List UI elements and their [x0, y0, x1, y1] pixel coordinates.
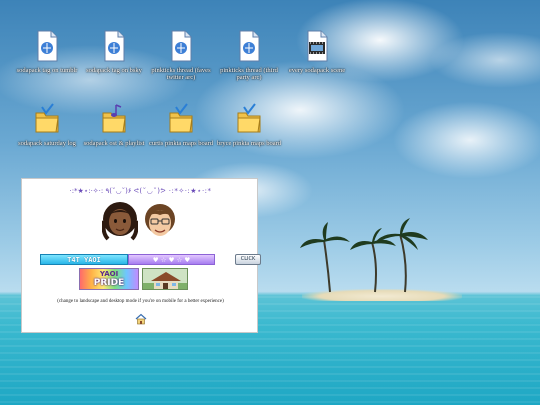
document-icon — [239, 30, 260, 62]
palm-trees — [300, 218, 428, 293]
desktop-icon-bryce-maps-board[interactable]: bryce pinkta maps board — [216, 103, 282, 147]
avatar-right — [145, 204, 175, 236]
desktop-icon-pinkticks-third-party[interactable]: pinkticks thread (third party arc) — [216, 30, 282, 82]
hearts-badge[interactable]: ♥ ☆ ♥ ☆ ♥ — [128, 254, 215, 265]
house-stamp[interactable] — [142, 268, 188, 290]
icon-label: every sodapack scene — [288, 66, 346, 74]
document-icon — [104, 30, 125, 62]
icon-label: sodapack tag on bsky — [86, 66, 142, 74]
video-icon — [307, 30, 328, 62]
folder-icon — [237, 103, 261, 133]
avatar-left — [102, 202, 138, 241]
desktop-icon-saturday-log[interactable]: sodapack saturday log — [14, 103, 80, 147]
house-image — [143, 272, 187, 289]
icon-label: bryce pinkta maps board — [216, 139, 282, 147]
desktop-icon-pinkticks-faves[interactable]: pinkticks thread (faves twitter arc) — [148, 30, 214, 82]
icon-label: sodapack ost & playlist — [83, 139, 145, 147]
icon-label: pinkticks thread (third party arc) — [220, 66, 278, 82]
info-panel: ·:*★⋆:·✧·: ٩(˘◡˘)۶ ᕙ(˘◡˘)ᕗ ·:*✧·:★⋆·:* T… — [21, 178, 261, 333]
desktop-icon-sodapack-tumblr[interactable]: sodapack tag on tumblr — [14, 30, 80, 74]
mobile-notice: (change to landscape and desktop mode if… — [57, 299, 224, 304]
icon-label: sodapack tag on tumblr — [16, 66, 78, 74]
badge-row: T4T YAOI ♥ ☆ ♥ ☆ ♥ CLICK — [40, 254, 261, 265]
home-icon[interactable] — [135, 313, 147, 325]
desktop-icon-ost-playlist[interactable]: sodapack ost & playlist — [81, 103, 147, 147]
desktop-icon-every-scene[interactable]: every sodapack scene — [284, 30, 350, 74]
icon-label: curtis pinkta maps board — [148, 139, 214, 147]
folder-icon — [169, 103, 193, 133]
folder-icon — [35, 103, 59, 133]
stamp-bottom-text: PRIDE — [93, 278, 125, 288]
stamp-top-text: YAOI — [99, 270, 119, 278]
decoration-banner: ·:*★⋆:·✧·: ٩(˘◡˘)۶ ᕙ(˘◡˘)ᕗ ·:*✧·:★⋆·:* — [69, 187, 212, 195]
music-folder-icon — [102, 104, 126, 133]
icon-label: pinkticks thread (faves twitter arc) — [151, 66, 211, 82]
t4t-yaoi-badge[interactable]: T4T YAOI — [40, 254, 128, 265]
document-icon — [171, 30, 192, 62]
desktop-icon-sodapack-bsky[interactable]: sodapack tag on bsky — [81, 30, 147, 74]
document-icon — [37, 30, 58, 62]
desktop-icon-curtis-maps-board[interactable]: curtis pinkta maps board — [148, 103, 214, 147]
click-button[interactable]: CLICK — [235, 254, 261, 265]
yaoi-pride-stamp[interactable]: YAOI PRIDE — [79, 268, 139, 290]
icon-label: sodapack saturday log — [18, 139, 76, 147]
